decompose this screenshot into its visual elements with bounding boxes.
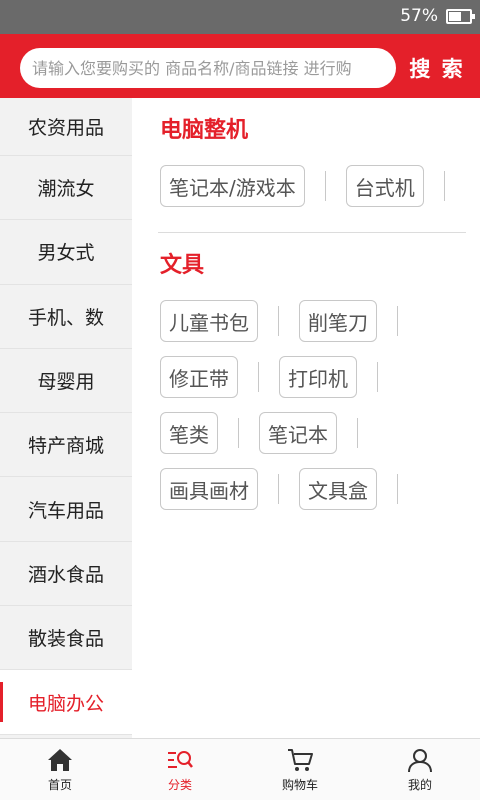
tag-separator [238,418,239,448]
category-sidebar: 农资用品 潮流女 男女式 手机、数 母婴用 特产商城 汽车用品 酒水食品 散装食… [0,98,132,738]
tag-separator [397,306,398,336]
status-bar: 57% [0,0,480,34]
battery-percent: 57% [400,6,438,26]
battery-icon [446,9,475,24]
tag-separator [278,306,279,336]
tag-sharpener[interactable]: 削笔刀 [299,300,377,342]
category-search-icon [168,750,193,768]
tag-row: 修正带 打印机 [160,349,480,405]
tag-pencil-case[interactable]: 文具盒 [299,468,377,510]
tag-pens[interactable]: 笔类 [160,412,218,454]
tag-separator [397,474,398,504]
nav-label: 我的 [407,777,432,792]
nav-home[interactable]: 首页 [0,739,120,800]
user-icon [408,748,432,772]
tag-art-supplies[interactable]: 画具画材 [160,468,258,510]
sidebar-item-women[interactable]: 潮流女 [0,156,132,221]
sidebar-item-auto[interactable]: 汽车用品 [0,477,132,542]
section-title: 文具 [160,253,205,278]
sidebar-item-specialty[interactable]: 特产商城 [0,413,132,478]
section-title: 电脑整机 [160,118,249,143]
tag-separator [377,362,378,392]
search-box[interactable] [20,48,396,88]
tag-notebook[interactable]: 笔记本 [259,412,337,454]
tag-desktop[interactable]: 台式机 [345,165,424,207]
sidebar-item-baby[interactable]: 母婴用 [0,349,132,414]
tag-laptop-gaming[interactable]: 笔记本/游戏本 [160,165,305,207]
home-icon [48,748,72,771]
nav-label: 购物车 [281,777,318,792]
nav-category[interactable]: 分类 [120,739,240,800]
search-input[interactable] [20,48,396,88]
cart-icon [288,748,313,771]
header: 搜 索 [0,34,480,98]
tag-row: 儿童书包 削笔刀 [160,293,480,349]
tag-separator [278,474,279,504]
nav-cart[interactable]: 购物车 [240,739,360,800]
sidebar-item-phones[interactable]: 手机、数 [0,285,132,349]
bottom-nav: 首页 分类 购物车 我的 [0,738,480,800]
tag-correction-tape[interactable]: 修正带 [160,356,238,398]
sidebar-item-men-women[interactable]: 男女式 [0,220,132,285]
tag-separator [324,171,326,201]
sidebar-item-computer-office[interactable]: 电脑办公 [0,670,132,735]
nav-profile[interactable]: 我的 [360,739,480,800]
tag-school-bag[interactable]: 儿童书包 [160,300,258,342]
sidebar-item-bulk-food[interactable]: 散装食品 [0,606,132,671]
tag-row: 笔记本/游戏本 台式机 [160,158,480,214]
search-button[interactable]: 搜 索 [404,48,470,88]
sidebar-item-drinks[interactable]: 酒水食品 [0,542,132,607]
sidebar-item-agri[interactable]: 农资用品 [0,98,132,156]
tag-row: 笔类 笔记本 [160,405,480,461]
nav-label: 分类 [167,777,192,792]
section-stationery: 文具 儿童书包 削笔刀 修正带 打印机 笔类 笔记本 画具画材 文具盒 [132,233,480,517]
tag-separator [357,418,358,448]
tag-printer[interactable]: 打印机 [279,356,357,398]
tag-separator [258,362,259,392]
tag-separator [443,171,445,201]
section-computers: 电脑整机 笔记本/游戏本 台式机 [132,98,480,214]
tag-row: 画具画材 文具盒 [160,461,480,517]
category-content: 电脑整机 笔记本/游戏本 台式机 文具 儿童书包 削笔刀 修正带 打印机 笔类 … [132,98,480,738]
nav-label: 首页 [47,777,72,792]
